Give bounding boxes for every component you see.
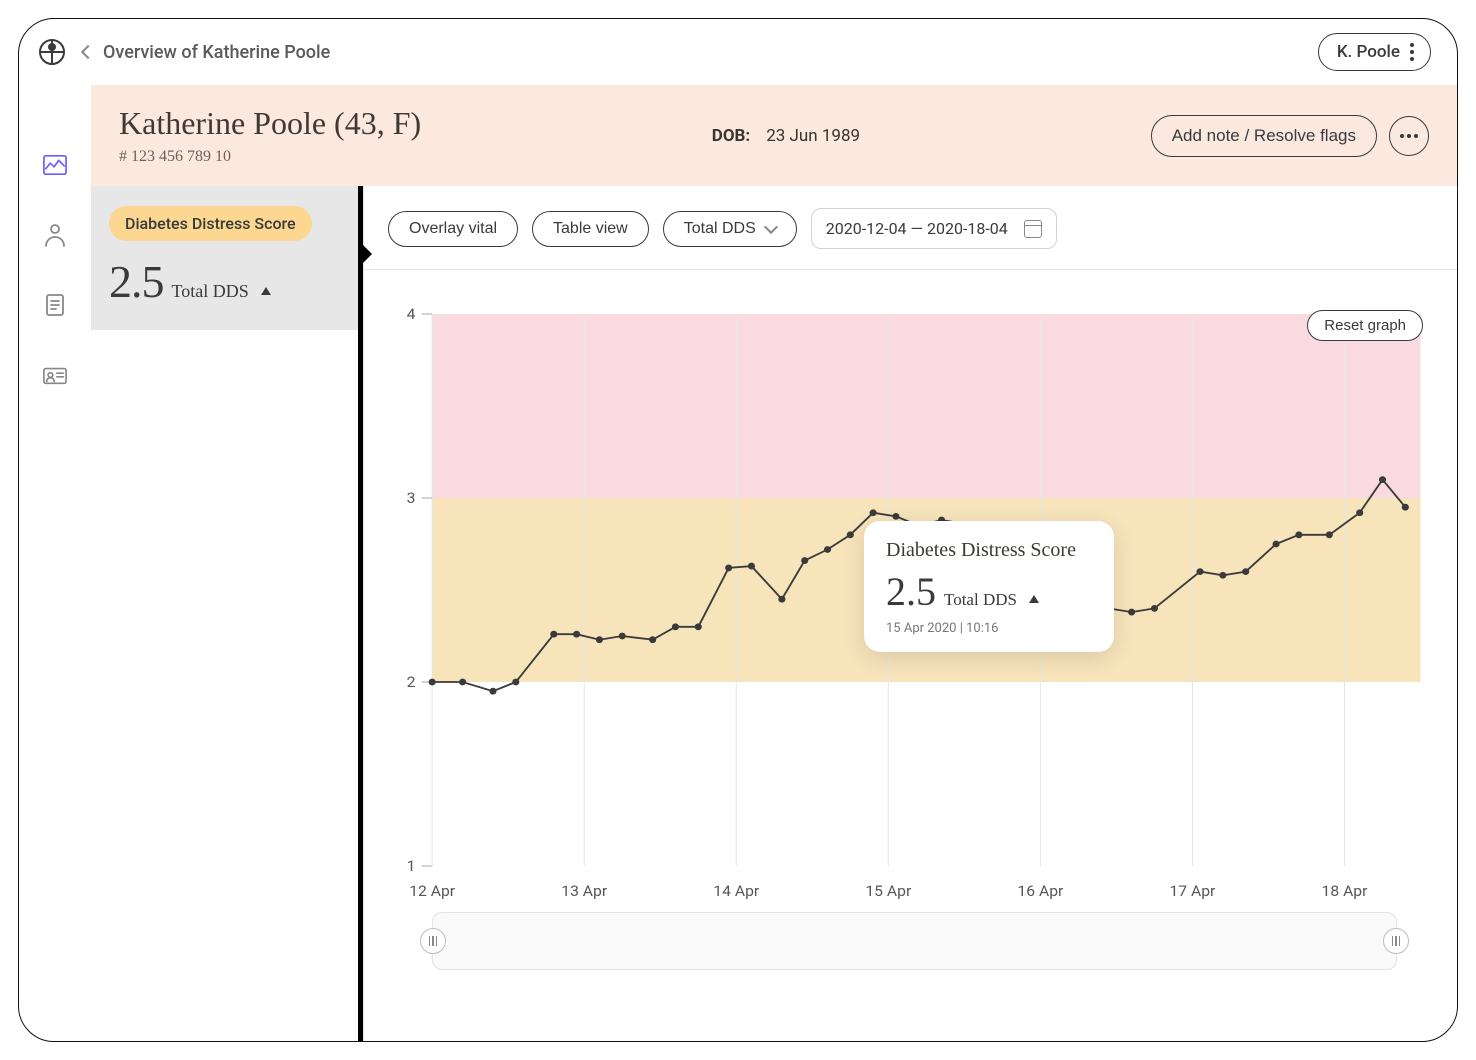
reset-graph-button[interactable]: Reset graph: [1307, 310, 1423, 341]
patient-dob: DOB: 23 Jun 1989: [712, 126, 860, 146]
line-chart[interactable]: 1 2 3 4 12 Apr 13 Apr 14 Apr 15 Apr 16 Apr 17 Apr…: [384, 306, 1431, 906]
table-view-label: Table view: [553, 220, 628, 238]
patient-name: Katherine Poole (43, F): [119, 105, 421, 142]
app-logo-icon[interactable]: [39, 39, 65, 65]
svg-text:15 Apr: 15 Apr: [865, 882, 911, 900]
user-menu-label: K. Poole: [1337, 42, 1400, 62]
svg-text:14 Apr: 14 Apr: [713, 882, 759, 900]
id-card-icon[interactable]: [43, 363, 67, 387]
svg-text:17 Apr: 17 Apr: [1169, 882, 1215, 900]
patient-banner: Katherine Poole (43, F) # 123 456 789 10…: [91, 85, 1457, 186]
metric-side-panel: Diabetes Distress Score 2.5 Total DDS: [91, 186, 363, 1041]
reset-graph-label: Reset graph: [1324, 317, 1406, 334]
tooltip-timestamp: 15 Apr 2020 | 10:16: [886, 621, 1092, 636]
dob-value: 23 Jun 1989: [766, 126, 860, 146]
ellipsis-icon: [1400, 134, 1418, 138]
panel-pointer: [362, 244, 372, 264]
breadcrumb-label: Overview of Katherine Poole: [103, 42, 330, 63]
svg-text:12 Apr: 12 Apr: [409, 882, 455, 900]
trend-up-icon: [261, 287, 271, 295]
add-note-button[interactable]: Add note / Resolve flags: [1151, 115, 1377, 157]
svg-text:1: 1: [407, 857, 416, 875]
date-range-picker[interactable]: 2020-12-04 — 2020-18-04: [811, 208, 1057, 249]
top-bar: Overview of Katherine Poole K. Poole: [19, 19, 1457, 85]
user-menu[interactable]: K. Poole: [1318, 33, 1431, 71]
patient-id: # 123 456 789 10: [119, 148, 421, 166]
chart-area: Reset graph 1 2 3 4 12 Apr 13 Apr 14 Apr 15 Apr…: [364, 270, 1457, 1041]
trend-up-icon: [1029, 595, 1039, 603]
overlay-vital-button[interactable]: Overlay vital: [388, 211, 518, 247]
table-view-button[interactable]: Table view: [532, 211, 649, 247]
time-scrub-bar[interactable]: [432, 912, 1397, 970]
document-icon[interactable]: [43, 293, 67, 317]
nav-rail: [19, 85, 91, 1041]
scrub-handle-right[interactable]: [1383, 928, 1409, 954]
dob-label: DOB:: [712, 126, 750, 146]
svg-text:3: 3: [407, 489, 416, 507]
svg-text:2: 2: [407, 673, 416, 691]
metric-value: 2.5: [109, 255, 164, 308]
total-dds-dropdown[interactable]: Total DDS: [663, 211, 797, 247]
overlay-vital-label: Overlay vital: [409, 220, 497, 238]
chart-tooltip: Diabetes Distress Score 2.5 Total DDS 15…: [864, 521, 1114, 652]
more-actions-button[interactable]: [1389, 116, 1429, 156]
tooltip-value: 2.5: [886, 568, 936, 615]
kebab-icon: [1410, 43, 1414, 61]
tooltip-title: Diabetes Distress Score: [886, 539, 1092, 562]
total-dds-label: Total DDS: [684, 220, 756, 238]
add-note-label: Add note / Resolve flags: [1172, 126, 1356, 145]
metric-card[interactable]: Diabetes Distress Score 2.5 Total DDS: [91, 186, 358, 330]
metric-sub-label: Total DDS: [172, 281, 249, 302]
chart-toolbar: Overlay vital Table view Total DDS 2020-…: [364, 186, 1457, 270]
svg-text:13 Apr: 13 Apr: [561, 882, 607, 900]
tooltip-sub: Total DDS: [944, 590, 1017, 610]
user-icon[interactable]: [43, 223, 67, 247]
svg-text:16 Apr: 16 Apr: [1017, 882, 1063, 900]
date-range-label: 2020-12-04 — 2020-18-04: [826, 219, 1008, 238]
breadcrumb[interactable]: Overview of Katherine Poole: [83, 42, 330, 63]
svg-text:18 Apr: 18 Apr: [1322, 882, 1368, 900]
calendar-icon: [1024, 220, 1042, 238]
chevron-left-icon: [81, 45, 95, 59]
chart-icon[interactable]: [43, 153, 67, 177]
chevron-down-icon: [764, 219, 778, 233]
metric-chip: Diabetes Distress Score: [109, 206, 312, 241]
svg-text:4: 4: [407, 306, 416, 323]
scrub-handle-left[interactable]: [420, 928, 446, 954]
